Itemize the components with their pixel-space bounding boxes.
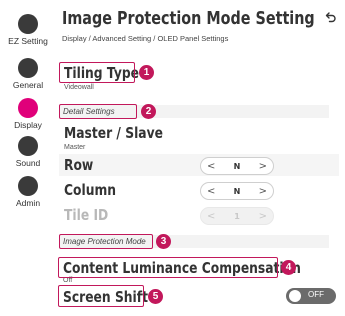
tile-id-label: Tile ID	[64, 206, 109, 224]
sidebar-item-admin[interactable]: Admin	[0, 176, 56, 208]
chevron-right-icon[interactable]: >	[259, 161, 267, 172]
screen-shift-toggle[interactable]: OFF	[286, 288, 336, 304]
master-slave-label: Master / Slave	[64, 124, 163, 142]
sidebar-item-label: EZ Setting	[8, 36, 48, 46]
sound-icon	[18, 136, 38, 156]
sidebar-item-display[interactable]: Display	[0, 98, 56, 130]
column-label: Column	[64, 181, 117, 199]
master-slave-value: Master	[64, 144, 86, 151]
sidebar: EZ Setting General Display Sound Admin	[0, 0, 56, 316]
row-stepper[interactable]: < N >	[200, 157, 274, 175]
display-icon	[18, 98, 38, 118]
chevron-right-icon: >	[258, 210, 267, 222]
screen-shift-highlight	[58, 285, 144, 307]
content-luminance-value: Off	[63, 277, 73, 284]
sidebar-item-label: Sound	[15, 158, 41, 168]
tile-id-value: 1	[234, 211, 240, 221]
callout-badge-2: 2	[141, 104, 156, 119]
row-item-bg	[59, 154, 339, 176]
sidebar-item-general[interactable]: General	[0, 58, 56, 90]
chevron-right-icon[interactable]: >	[259, 186, 267, 197]
ez-setting-icon	[18, 14, 38, 34]
sidebar-item-label: Display	[14, 120, 42, 130]
sidebar-item-sound[interactable]: Sound	[0, 136, 56, 168]
chevron-left-icon: <	[207, 210, 216, 222]
content-luminance-highlight	[58, 257, 278, 278]
callout-badge-3: 3	[156, 234, 171, 249]
column-value: N	[233, 186, 241, 196]
callout-badge-5: 5	[148, 289, 163, 304]
tiling-type-value: Videowall	[64, 84, 94, 91]
chevron-left-icon[interactable]: <	[207, 161, 215, 172]
detail-settings-highlight	[59, 104, 137, 119]
image-protection-highlight	[59, 234, 153, 249]
row-value: N	[233, 161, 241, 171]
column-stepper[interactable]: < N >	[200, 182, 274, 200]
chevron-left-icon[interactable]: <	[207, 186, 215, 197]
sidebar-item-ez-setting[interactable]: EZ Setting	[0, 14, 56, 46]
callout-badge-1: 1	[139, 65, 154, 80]
toggle-knob	[289, 290, 301, 302]
callout-badge-4: 4	[281, 260, 296, 275]
breadcrumb: Display / Advanced Setting / OLED Panel …	[62, 34, 229, 43]
tiling-type-highlight	[59, 62, 135, 83]
sidebar-item-label: Admin	[15, 198, 41, 208]
page-title: Image Protection Mode Setting	[62, 9, 315, 29]
admin-icon	[18, 176, 38, 196]
general-icon	[18, 58, 38, 78]
tile-id-stepper: < 1 >	[200, 207, 274, 225]
row-label: Row	[64, 156, 94, 174]
toggle-state-label: OFF	[308, 290, 324, 299]
sidebar-item-label: General	[12, 80, 44, 90]
return-icon[interactable]	[325, 11, 337, 26]
